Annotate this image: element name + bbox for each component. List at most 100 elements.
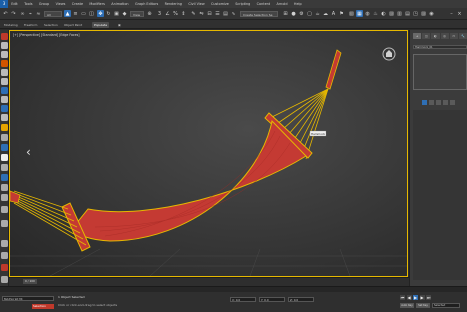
- menu-content[interactable]: Content: [253, 0, 273, 8]
- find-icon[interactable]: [1, 206, 8, 213]
- hammock-model[interactable]: [10, 31, 407, 276]
- hide-icon[interactable]: [1, 134, 8, 141]
- a360-icon[interactable]: A: [330, 10, 337, 17]
- selection-filter-dropdown[interactable]: All: [44, 10, 62, 17]
- key-filter-dropdown[interactable]: Selected: [432, 303, 460, 308]
- filter-icon[interactable]: [1, 194, 8, 201]
- render-online-icon[interactable]: ☁: [322, 10, 329, 17]
- render-frame-icon[interactable]: ▦: [356, 10, 363, 17]
- remove-modifier-icon[interactable]: [443, 100, 448, 105]
- layers-icon[interactable]: ▥: [396, 10, 403, 17]
- ribbon-toggle-icon[interactable]: ▣: [118, 22, 121, 28]
- snap-toggle-icon[interactable]: 3: [156, 10, 163, 17]
- menu-graph-editors[interactable]: Graph Editors: [132, 0, 162, 8]
- menu-arnold[interactable]: Arnold: [273, 0, 290, 8]
- ribbon-tab-selection[interactable]: Selection: [44, 22, 58, 28]
- layer-explorer-icon[interactable]: ☰: [214, 10, 221, 17]
- ribbon-tab-modeling[interactable]: Modeling: [4, 22, 18, 28]
- y-coordinate-field[interactable]: Y: 0.0: [259, 297, 285, 302]
- display-icon[interactable]: [1, 69, 8, 76]
- select-by-name-icon[interactable]: ≡: [72, 10, 79, 17]
- set-key-button[interactable]: Set Key: [416, 303, 430, 308]
- motion-tab[interactable]: ◎: [440, 33, 449, 39]
- chevron-left-icon[interactable]: ‹: [26, 145, 36, 159]
- create-icon[interactable]: [1, 33, 8, 40]
- expand-icon[interactable]: [1, 240, 8, 247]
- curve-editor-icon[interactable]: ∿: [230, 10, 237, 17]
- motion-icon[interactable]: [1, 60, 8, 67]
- menu-views[interactable]: Views: [52, 0, 68, 8]
- show-end-result-icon[interactable]: [429, 100, 434, 105]
- viewport-label[interactable]: [+] [Perspective] [Standard] [Edge Faces…: [13, 33, 80, 37]
- redo-icon[interactable]: ↷: [10, 10, 17, 17]
- go-to-start-icon[interactable]: ⏮: [400, 295, 405, 300]
- angle-snap-icon[interactable]: ∠: [164, 10, 171, 17]
- unlink-icon[interactable]: ⌁: [27, 10, 34, 17]
- undo-icon[interactable]: ↶: [2, 10, 9, 17]
- collapse-icon[interactable]: [1, 220, 8, 227]
- menu-rendering[interactable]: Rendering: [161, 0, 185, 8]
- perspective-viewport[interactable]: [+] [Perspective] [Standard] [Edge Faces…: [9, 30, 408, 277]
- bind-space-warp-icon[interactable]: ≈: [35, 10, 42, 17]
- environment-icon[interactable]: ◍: [364, 10, 371, 17]
- freeze-icon[interactable]: [1, 114, 8, 121]
- menu-scripting[interactable]: Scripting: [232, 0, 253, 8]
- placement-icon[interactable]: ◆: [121, 10, 128, 17]
- make-unique-icon[interactable]: [436, 100, 441, 105]
- time-slider-handle[interactable]: 0 / 100: [23, 279, 37, 284]
- grid-icon[interactable]: [1, 276, 8, 283]
- layer-icon[interactable]: [1, 96, 8, 103]
- select-move-icon[interactable]: ✥: [97, 10, 104, 17]
- scene-explorer-icon[interactable]: ▤: [222, 10, 229, 17]
- undo-scene-icon[interactable]: ▧: [348, 10, 355, 17]
- render-setup-icon[interactable]: ⚙: [298, 10, 305, 17]
- pivot-center-icon[interactable]: ⊕: [146, 10, 153, 17]
- alert-icon[interactable]: [1, 264, 8, 271]
- spinner-snap-icon[interactable]: ⇕: [180, 10, 187, 17]
- ribbon-tab-populate[interactable]: Populate: [92, 21, 110, 28]
- menu-animation[interactable]: Animation: [108, 0, 132, 8]
- display-tab[interactable]: ▭: [449, 33, 458, 39]
- project-folder-icon[interactable]: ▨: [420, 10, 427, 17]
- app-logo-icon[interactable]: 3: [0, 0, 8, 8]
- named-selection-dropdown[interactable]: Create Selection Se: [240, 10, 278, 17]
- active-shade-icon[interactable]: ◐: [380, 10, 387, 17]
- ribbon-tab-freeform[interactable]: Freeform: [24, 22, 37, 28]
- align-icon[interactable]: ⊟: [206, 10, 213, 17]
- window-crossing-icon[interactable]: ◫: [88, 10, 95, 17]
- lock-icon[interactable]: [1, 124, 8, 131]
- properties-icon[interactable]: [1, 164, 8, 171]
- layer-display-icon[interactable]: [1, 154, 8, 161]
- ribbon-tab-object-paint[interactable]: Object Paint: [64, 22, 82, 28]
- auto-key-button[interactable]: Auto Key: [400, 303, 414, 308]
- arnold-icon[interactable]: ⚑: [338, 10, 345, 17]
- menu-tools[interactable]: Tools: [21, 0, 36, 8]
- select-object-icon[interactable]: ▲: [64, 10, 71, 17]
- material-editor-icon[interactable]: ●: [290, 10, 297, 17]
- time-slider[interactable]: 0 / 100: [9, 277, 409, 286]
- edit-named-selection-icon[interactable]: ✎: [190, 10, 197, 17]
- modifier-list-box[interactable]: [413, 54, 467, 90]
- z-coordinate-field[interactable]: Z: 0.0: [288, 297, 314, 302]
- reference-coord-dropdown[interactable]: View: [130, 10, 144, 17]
- menu-edit[interactable]: Edit: [8, 0, 21, 8]
- menu-help[interactable]: Help: [291, 0, 305, 8]
- pin-stack-icon[interactable]: [422, 100, 427, 105]
- maxscript-listener[interactable]: MAXScript Mi: [2, 296, 54, 301]
- selection-lock-button[interactable]: Selection: [32, 304, 54, 309]
- isolate-icon[interactable]: [1, 105, 8, 112]
- workspaces-icon[interactable]: ◳: [412, 10, 419, 17]
- schematic-view-icon[interactable]: ⊞: [282, 10, 289, 17]
- scene-explorer-icon-left[interactable]: [1, 87, 8, 94]
- play-icon[interactable]: ▶: [413, 295, 418, 300]
- window-min-icon[interactable]: –: [448, 10, 455, 17]
- hierarchy-view-icon[interactable]: [1, 174, 8, 181]
- percent-snap-icon[interactable]: %: [172, 10, 179, 17]
- modify-icon[interactable]: [1, 42, 8, 49]
- toggle-ribbon-icon[interactable]: ▤: [404, 10, 411, 17]
- rect-selection-icon[interactable]: ▭: [80, 10, 87, 17]
- display-toggle-icon[interactable]: [1, 144, 8, 151]
- rendered-frame-icon[interactable]: ▢: [306, 10, 313, 17]
- select-rotate-icon[interactable]: ↻: [105, 10, 112, 17]
- utilities-tab[interactable]: 🔧: [458, 33, 467, 39]
